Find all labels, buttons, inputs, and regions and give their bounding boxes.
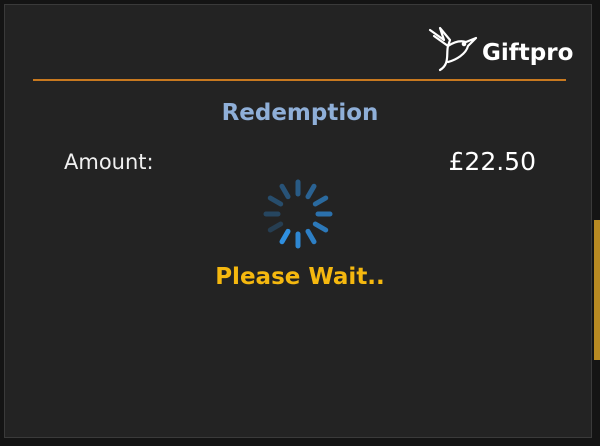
amount-value: £22.50 [448,147,536,176]
spinner-segment [312,221,329,233]
spinner-segment [279,183,291,200]
status-text: Please Wait.. [215,264,385,290]
brand-name: Giftpro [482,40,574,66]
header-divider [33,79,566,81]
spinner-segment [267,195,284,207]
background-window-edge [594,220,600,360]
loading-spinner-icon [262,178,334,250]
brand-logo: Giftpro [426,20,574,76]
spinner-segment [267,221,284,233]
spinner-segment [305,228,317,245]
spinner-segment [305,183,317,200]
hummingbird-icon [426,22,478,74]
spinner-segment [312,195,329,207]
dialog-title: Redemption [221,100,379,126]
spinner-segment [279,228,291,245]
amount-label: Amount: [64,150,154,174]
app-background: Giftpro Redemption Amount: £22.50 Please… [0,0,600,446]
